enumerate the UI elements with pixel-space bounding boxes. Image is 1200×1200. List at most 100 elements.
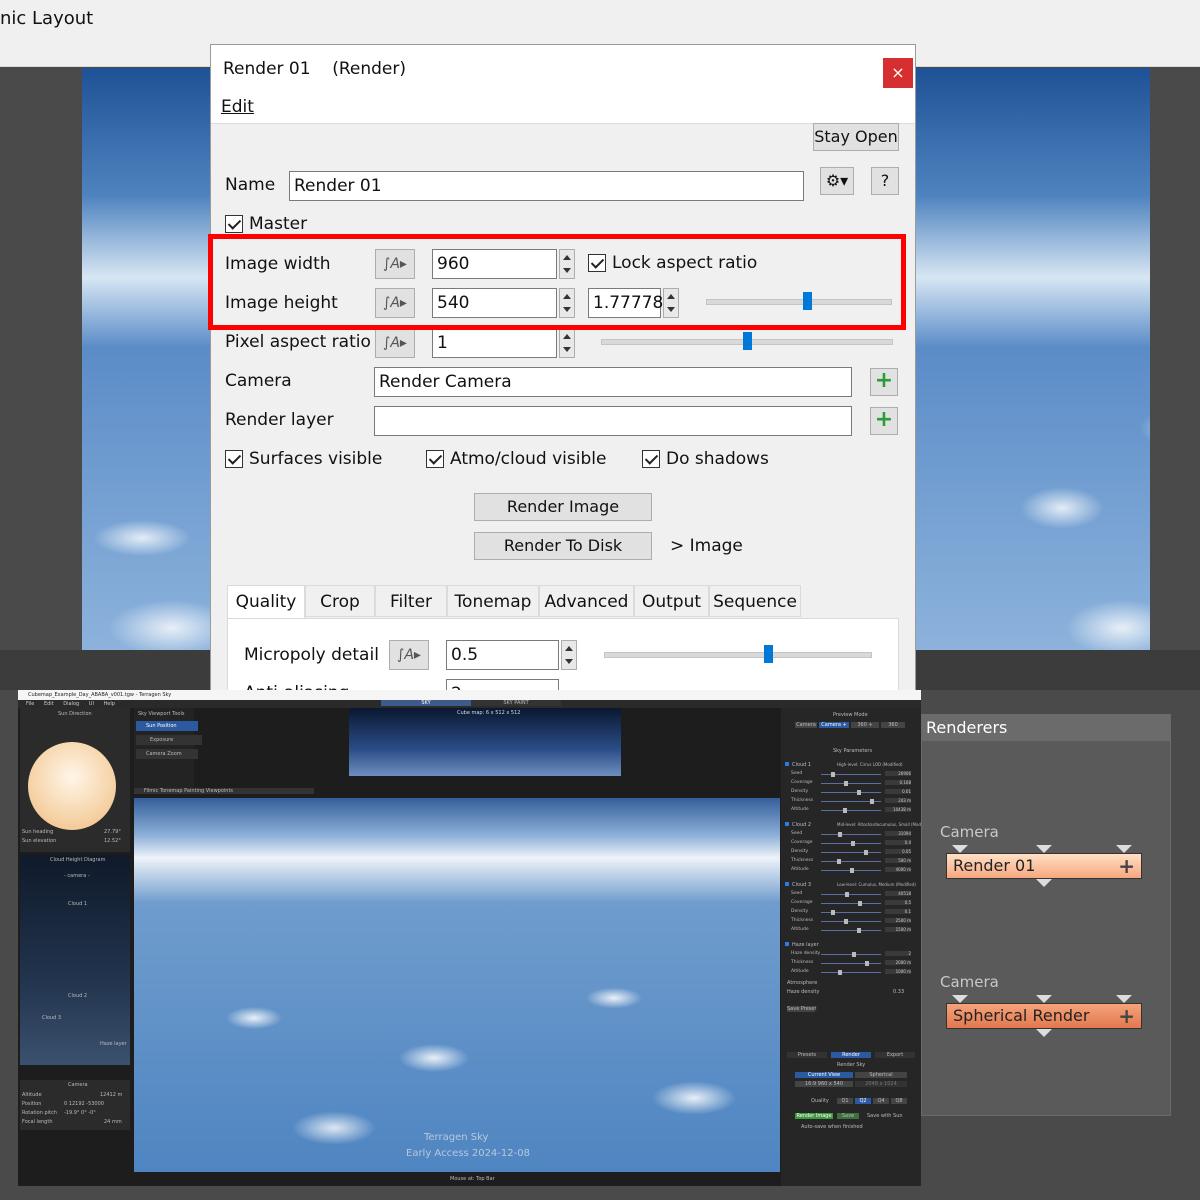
cam-row-value[interactable]: 12412 m [100,1092,122,1098]
param-slider[interactable] [821,790,881,795]
input-connector[interactable] [1116,845,1132,853]
param-value[interactable]: 2500 m [885,918,911,923]
checkbox-icon[interactable] [785,882,789,886]
param-value[interactable]: 2 [885,951,911,956]
node-render-01[interactable]: Render 01 + [946,853,1142,879]
render-to-disk-button[interactable]: Render To Disk [474,532,652,560]
viewport-options[interactable]: Filmic Tonemap Painting Viewpoints [134,788,314,794]
sun-elevation-value[interactable]: 12.52° [104,838,121,844]
atmo-visible-checkbox[interactable] [426,450,444,468]
slider-thumb[interactable] [844,781,848,786]
slider-thumb[interactable] [742,332,752,350]
autosave-label[interactable]: Auto-save when finished [801,1124,863,1130]
tab-render[interactable]: Render [831,1052,871,1058]
plus-icon[interactable]: + [1118,1004,1135,1028]
slider-thumb[interactable] [831,910,835,915]
help-button[interactable]: ? [871,167,899,195]
tab-tonemap[interactable]: Tonemap [447,585,539,617]
param-slider[interactable] [821,799,881,804]
menu-file[interactable]: File [26,700,34,708]
param-slider[interactable] [821,919,881,924]
checkbox-icon[interactable] [785,822,789,826]
slider-thumb[interactable] [851,841,855,846]
menu-help[interactable]: Help [104,700,115,708]
sky-viewport[interactable]: Terragen Sky Early Access 2024-12-08 [134,798,780,1172]
preview-360[interactable]: 360 [881,722,905,728]
tool-exposure[interactable]: Exposure [136,735,202,745]
param-value[interactable]: 0.168 [885,780,911,785]
save-preset-button[interactable]: Save Preset [787,1006,816,1012]
micropoly-input[interactable]: 0.5 [446,640,559,670]
menu-edit[interactable]: Edit [44,700,54,708]
quality-q2[interactable]: Q2 [855,1098,871,1104]
menu-ui[interactable]: UI [89,700,94,708]
slider-thumb[interactable] [837,859,841,864]
view-spherical[interactable]: Spherical [855,1072,907,1078]
param-value[interactable]: 1500 m [885,927,911,932]
param-slider[interactable] [821,952,881,957]
tool-camera-zoom[interactable]: Camera Zoom [136,749,198,759]
param-slider[interactable] [821,808,881,813]
param-slider[interactable] [821,961,881,966]
preview-camera-plus[interactable]: Camera + [819,722,849,728]
tab-quality[interactable]: Quality [227,585,305,619]
add-camera-button[interactable]: + [870,368,898,396]
input-connector[interactable] [1116,995,1132,1003]
slider-thumb[interactable] [852,952,856,957]
slider-thumb[interactable] [865,961,869,966]
param-slider[interactable] [821,832,881,837]
preview-360-plus[interactable]: 360 + [851,722,879,728]
slider-thumb[interactable] [838,832,842,837]
param-value[interactable]: 10438 m [885,807,911,812]
surfaces-visible-checkbox[interactable] [225,450,243,468]
cloud-group-header[interactable]: Haze layer [785,942,819,948]
param-value[interactable]: 243 m [885,798,911,803]
plus-icon[interactable]: + [1118,854,1135,878]
checkbox-icon[interactable] [785,762,789,766]
slider-thumb[interactable] [858,901,862,906]
slider-thumb[interactable] [857,790,861,795]
render-image-button[interactable]: Render Image [474,493,652,521]
cloud-group-header[interactable]: Cloud 2 [785,822,811,828]
input-connector[interactable] [952,995,968,1003]
param-slider[interactable] [821,841,881,846]
pixel-aspect-spinner[interactable] [559,328,575,358]
node-spherical-render[interactable]: Spherical Render + [946,1003,1142,1029]
slider-thumb[interactable] [845,892,849,897]
input-connector[interactable] [1036,845,1052,853]
render-layer-input[interactable] [374,406,852,436]
param-slider[interactable] [821,850,881,855]
tab-sequence[interactable]: Sequence [709,585,801,617]
param-slider[interactable] [821,910,881,915]
tab-crop[interactable]: Crop [305,585,375,617]
param-value[interactable]: 26906 [885,771,911,776]
stay-open-button[interactable]: Stay Open [813,123,899,151]
camera-input[interactable]: Render Camera [374,367,852,397]
tab-presets[interactable]: Presets [787,1052,827,1058]
pixel-aspect-input[interactable]: 1 [432,328,557,358]
tab-sky[interactable]: SKY [381,700,471,706]
param-value[interactable]: 40518 [885,891,911,896]
micropoly-function-button[interactable]: ∫A▸ [389,640,429,670]
slider-thumb[interactable] [850,868,854,873]
output-connector[interactable] [1036,1029,1052,1037]
menu-edit[interactable]: Edit [221,97,254,117]
param-value[interactable]: 31094 [885,831,911,836]
quality-q1[interactable]: Q1 [837,1098,853,1104]
param-value[interactable]: 0.4 [885,840,911,845]
slider-thumb[interactable] [843,808,847,813]
cam-row-value[interactable]: 24 mm [104,1119,122,1125]
pixel-aspect-slider[interactable] [601,332,893,350]
pixel-aspect-function-button[interactable]: ∫A▸ [375,328,415,358]
micropoly-spinner[interactable] [561,640,577,670]
tab-filter[interactable]: Filter [375,585,447,617]
param-value[interactable]: 500 m [885,858,911,863]
param-slider[interactable] [821,901,881,906]
sun-heading-value[interactable]: 27.79° [104,829,121,835]
param-slider[interactable] [821,859,881,864]
save-button[interactable]: Save [837,1113,859,1119]
cloud-group-header[interactable]: Cloud 1 [785,762,811,768]
param-value[interactable]: 0.05 [885,849,911,854]
settings-gear-button[interactable]: ⚙▾ [820,167,854,195]
param-value[interactable]: 4000 m [885,867,911,872]
